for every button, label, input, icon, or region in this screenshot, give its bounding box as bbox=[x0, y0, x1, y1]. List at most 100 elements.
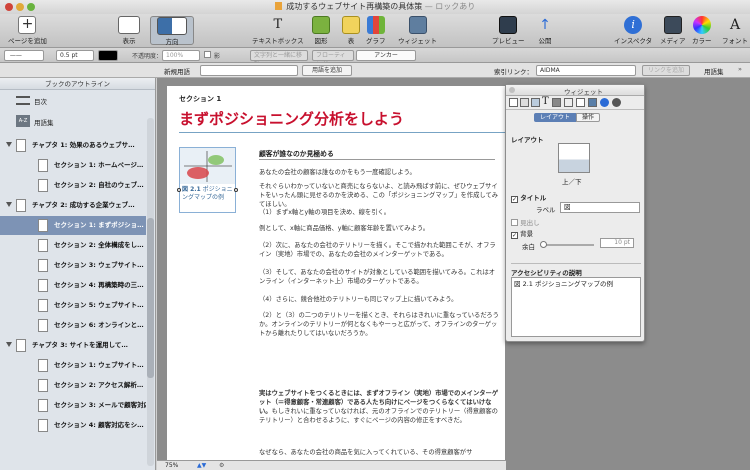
fonts-button[interactable]: A フォント bbox=[722, 16, 748, 45]
floating-button[interactable]: フローティング bbox=[312, 50, 354, 68]
bold-paragraph[interactable]: 実はウェブサイトをつくるときには、まずオフライン（実地）市場でのメインターゲット… bbox=[259, 389, 499, 425]
section-heading[interactable]: まずポジショニング分析をしよう bbox=[179, 108, 404, 129]
resize-handle[interactable] bbox=[234, 188, 238, 192]
inspector-button[interactable]: i インスペクタ bbox=[614, 16, 652, 45]
disclosure-triangle-icon[interactable] bbox=[6, 342, 12, 347]
outline-section[interactable]: セクション 2: 全体構成をし… bbox=[0, 236, 146, 255]
caption-check-row[interactable]: 見出し bbox=[511, 217, 540, 227]
tab-action[interactable]: 操作 bbox=[576, 113, 600, 122]
caption-checkbox[interactable] bbox=[511, 219, 518, 226]
metrics-tab-icon[interactable] bbox=[564, 98, 573, 107]
add-link-button[interactable]: リンクを追加 bbox=[642, 65, 690, 76]
glossary-item[interactable]: A-Z 用語集 bbox=[0, 111, 155, 132]
media-icon bbox=[663, 16, 682, 34]
wrap-button[interactable]: 文字列と一緒に移動 bbox=[250, 50, 308, 68]
anchor-button[interactable]: アンカー bbox=[356, 50, 416, 61]
gear-icon[interactable]: ⚙ bbox=[219, 461, 224, 470]
toc-item[interactable]: 目次 bbox=[0, 90, 155, 111]
colors-button[interactable]: カラー bbox=[692, 16, 712, 45]
margin-field[interactable]: 10 pt bbox=[600, 238, 634, 248]
new-term-input[interactable] bbox=[200, 65, 298, 76]
widget-icon bbox=[408, 16, 427, 34]
label-select[interactable]: 図 bbox=[560, 202, 640, 213]
stroke-width-field[interactable]: 0.5 pt bbox=[56, 50, 94, 61]
outline-section[interactable]: セクション 2: アクセス解析… bbox=[0, 376, 146, 395]
page-nav-arrows[interactable]: ▲▼ bbox=[197, 461, 206, 470]
stroke-style-select[interactable]: —— bbox=[4, 50, 44, 61]
minimize-button[interactable] bbox=[16, 3, 24, 11]
document-tab-icon[interactable] bbox=[509, 98, 518, 107]
wrap-tab-icon[interactable] bbox=[531, 98, 540, 107]
publish-button[interactable]: ↑ 公開 bbox=[536, 16, 554, 45]
background-checkbox[interactable]: ✓ bbox=[511, 232, 518, 239]
outline-section[interactable]: セクション 1: ウェブサイト… bbox=[0, 356, 146, 375]
widget-tab-icon[interactable] bbox=[588, 98, 597, 107]
slider-thumb[interactable] bbox=[540, 241, 547, 248]
page-thumbnail-icon bbox=[38, 359, 48, 372]
table-tab-icon[interactable] bbox=[576, 98, 585, 107]
margin-slider[interactable] bbox=[540, 241, 594, 248]
textbox-button[interactable]: T テキストボックス bbox=[252, 16, 304, 45]
outline-section[interactable]: セクション 4: 顧客対応をシ… bbox=[0, 416, 146, 435]
title-check-row[interactable]: ✓ タイトル bbox=[511, 192, 546, 203]
graph-button[interactable]: グラフ bbox=[366, 16, 386, 45]
outline-section[interactable]: セクション 2: 自社のウェブ… bbox=[0, 176, 146, 195]
inspector-tabs: T bbox=[506, 96, 644, 110]
shapes-button[interactable]: 図形 bbox=[312, 16, 330, 45]
outline-section[interactable]: セクション 3: ウェブサイト… bbox=[0, 256, 146, 275]
table-button[interactable]: 表 bbox=[342, 16, 360, 45]
outline-chapter[interactable]: チャプタ 1: 効果のあるウェブサ… bbox=[0, 136, 146, 155]
glossary-button[interactable]: 用語集 bbox=[704, 66, 724, 76]
view-button[interactable]: 表示 bbox=[118, 16, 140, 45]
panel-titlebar: ウィジェット bbox=[506, 85, 644, 96]
chevron-right-icon[interactable]: » bbox=[738, 65, 742, 73]
preview-button[interactable]: プレビュー bbox=[492, 16, 525, 45]
panel-close-button[interactable] bbox=[509, 87, 515, 93]
shadow-checkbox[interactable] bbox=[204, 51, 211, 58]
text-tab-icon[interactable]: T bbox=[542, 96, 549, 107]
outline-chapter[interactable]: チャプタ 2: 成功する企業ウェブ… bbox=[0, 196, 146, 215]
layout-value: 上／下 bbox=[562, 178, 582, 186]
outline-item-label: セクション 2: 自社のウェブ… bbox=[54, 181, 144, 189]
add-page-button[interactable]: + ページを追加 bbox=[8, 16, 47, 45]
sidebar-scrollbar[interactable] bbox=[147, 118, 154, 466]
direction-button[interactable]: 方向 bbox=[150, 16, 194, 46]
disclosure-triangle-icon[interactable] bbox=[6, 142, 12, 147]
title-checkbox[interactable]: ✓ bbox=[511, 196, 518, 203]
page-thumbnail-icon bbox=[38, 179, 48, 192]
outline-section[interactable]: セクション 1: ホームページ… bbox=[0, 156, 146, 175]
widget-button[interactable]: ウィジェット bbox=[398, 16, 437, 45]
outline-section[interactable]: セクション 1: まずポジショ… bbox=[0, 216, 146, 235]
scroll-thumb[interactable] bbox=[147, 218, 154, 378]
quicktime-tab-icon[interactable] bbox=[612, 98, 621, 107]
link-tab-icon[interactable] bbox=[600, 98, 609, 107]
figure-widget[interactable]: 図 2.1 ポジショニングマップの例 bbox=[179, 147, 236, 213]
tab-layout[interactable]: レイアウト bbox=[534, 113, 576, 122]
a11y-description-field[interactable]: 図 2.1 ポジショニングマップの例 bbox=[511, 277, 641, 337]
outline-section[interactable]: セクション 6: オンラインと… bbox=[0, 316, 146, 335]
add-term-button[interactable]: 用語を追加 bbox=[302, 65, 352, 76]
link-bar: 新規用語 用語を追加 索引リンク： AIDMA リンクを追加 用語集 » bbox=[0, 63, 750, 78]
background-check-row[interactable]: ✓ 背景 bbox=[511, 228, 533, 239]
color-wheel-icon bbox=[692, 16, 711, 34]
opacity-field[interactable]: 100% bbox=[162, 50, 200, 61]
glossary-icon: A-Z bbox=[16, 115, 30, 127]
disclosure-triangle-icon[interactable] bbox=[6, 202, 12, 207]
zoom-button[interactable] bbox=[27, 3, 35, 11]
last-paragraph[interactable]: なぜなら、あなたの会社の商品を気に入ってくれている、その得意顧客がサ bbox=[259, 448, 499, 457]
zoom-select[interactable]: 75% bbox=[165, 461, 178, 470]
index-link-select[interactable]: AIDMA bbox=[536, 65, 636, 76]
outline-section[interactable]: セクション 3: メールで顧客対応 bbox=[0, 396, 146, 415]
outline-section[interactable]: セクション 5: ウェブサイト… bbox=[0, 296, 146, 315]
page-thumbnail-icon bbox=[38, 279, 48, 292]
outline-item-label: セクション 5: ウェブサイト… bbox=[54, 301, 144, 309]
stroke-color-well[interactable] bbox=[98, 50, 118, 61]
graphic-tab-icon[interactable] bbox=[552, 98, 561, 107]
outline-chapter[interactable]: チャプタ 3: サイトを運用して… bbox=[0, 336, 146, 355]
layout-tab-icon[interactable] bbox=[520, 98, 529, 107]
media-button[interactable]: メディア bbox=[660, 16, 686, 45]
outline-section[interactable]: セクション 4: 再構築時の三… bbox=[0, 276, 146, 295]
close-button[interactable] bbox=[5, 3, 13, 11]
layout-picker[interactable] bbox=[558, 143, 590, 173]
resize-handle[interactable] bbox=[177, 188, 181, 192]
